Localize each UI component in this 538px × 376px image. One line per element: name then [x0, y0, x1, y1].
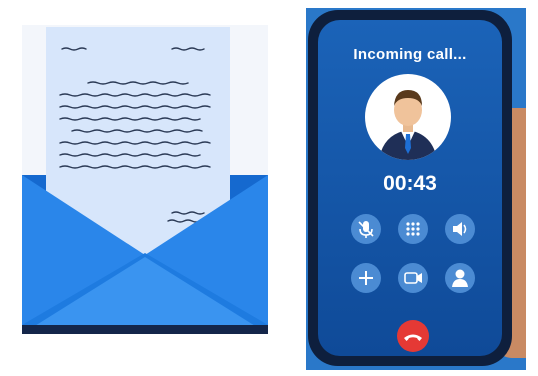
incoming-call-screen: Incoming call... 00:43: [318, 20, 502, 356]
caller-avatar: [365, 74, 451, 160]
phone-frame: Incoming call... 00:43: [308, 10, 512, 366]
video-camera-icon: [404, 272, 422, 284]
mute-button[interactable]: [351, 214, 381, 244]
contact-person-icon: [452, 269, 468, 287]
keypad-button[interactable]: [398, 214, 428, 244]
microphone-mute-icon: [358, 221, 374, 238]
caller-person-icon: [379, 90, 437, 160]
envelope-illustration: [22, 25, 268, 334]
call-timer: 00:43: [383, 172, 437, 195]
call-status-label: Incoming call...: [353, 46, 467, 63]
speaker-button[interactable]: [445, 214, 475, 244]
video-call-button[interactable]: [398, 263, 428, 293]
keypad-icon: [406, 222, 420, 236]
end-call-icon: [404, 334, 422, 341]
end-call-button[interactable]: [397, 320, 429, 352]
contacts-button[interactable]: [445, 263, 475, 293]
add-call-icon: [359, 271, 373, 285]
speaker-icon: [453, 222, 467, 236]
phone-illustration: Incoming call... 00:43: [306, 8, 526, 370]
add-call-button[interactable]: [351, 263, 381, 293]
letter-envelope-icon: [22, 27, 268, 334]
